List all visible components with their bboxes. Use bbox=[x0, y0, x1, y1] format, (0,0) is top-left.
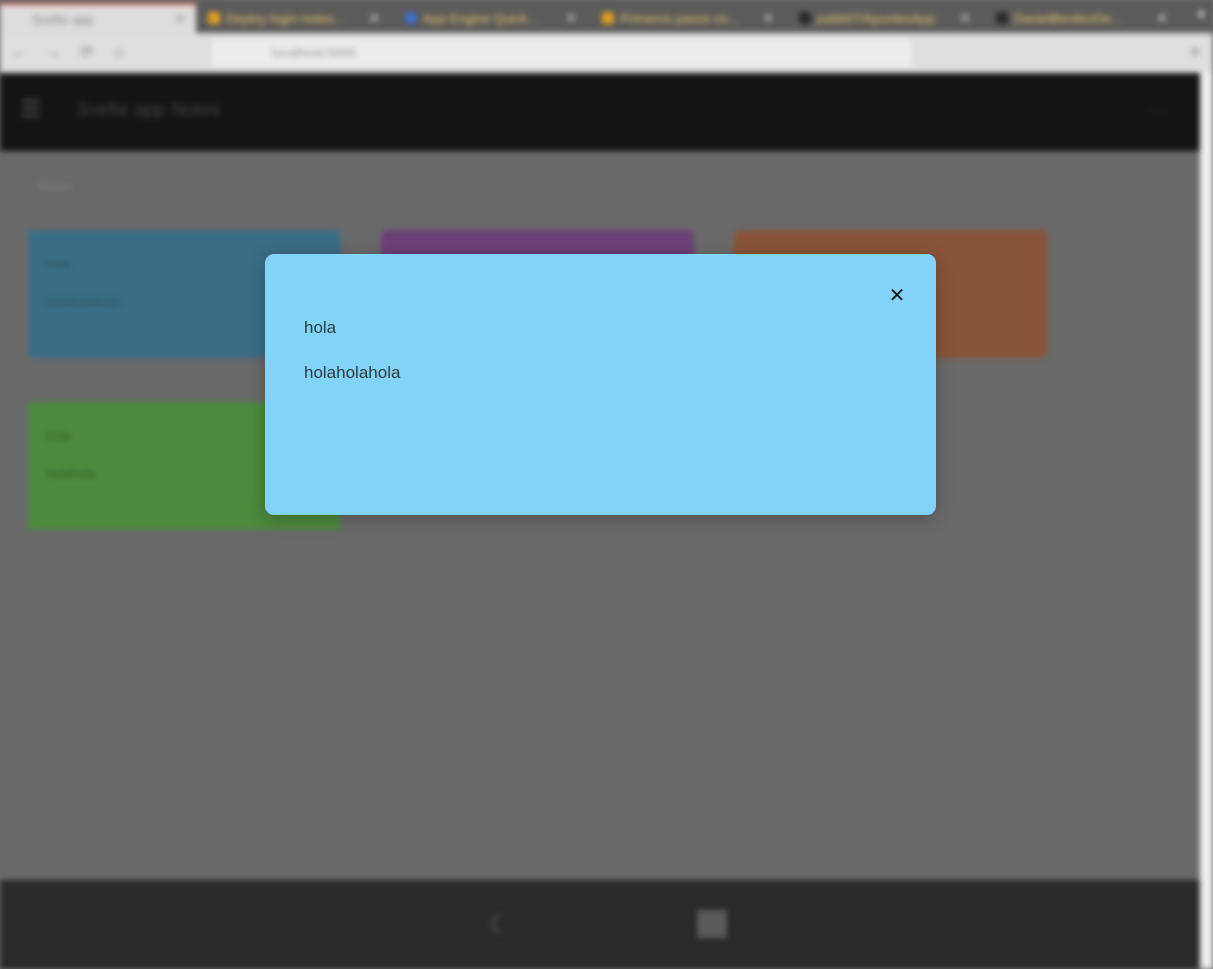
tab-app-engine[interactable]: App Engine Quick... ✕ bbox=[395, 3, 587, 33]
tab-close-icon[interactable]: ✕ bbox=[959, 10, 971, 27]
section-label: Notas bbox=[38, 178, 72, 193]
github-icon bbox=[799, 12, 811, 24]
bottom-bar: ☾ bbox=[0, 880, 1200, 969]
note-body: holaholahola bbox=[46, 294, 120, 309]
app-title: Svelte app Notes bbox=[76, 100, 221, 121]
browser-menu-icon[interactable]: ≡ bbox=[1186, 44, 1204, 62]
google-cloud-icon bbox=[405, 12, 417, 24]
tab-close-icon[interactable]: ✕ bbox=[174, 11, 186, 28]
app-header: ☰ Svelte app Notes ⋯ bbox=[0, 73, 1200, 151]
tab-close-icon[interactable]: ✕ bbox=[565, 10, 577, 27]
forward-icon[interactable]: → bbox=[44, 44, 62, 62]
url-text: localhost:5000 bbox=[272, 45, 356, 60]
tab-label: App Engine Quick... bbox=[423, 10, 538, 26]
folder-icon bbox=[602, 12, 614, 24]
tab-label: Svelte app bbox=[32, 11, 94, 27]
browser-tab-strip: Svelte app ✕ Deploy login notes... ✕ App… bbox=[0, 0, 1213, 33]
modal-note-title: hola bbox=[304, 318, 337, 337]
dark-mode-icon[interactable]: ☾ bbox=[488, 908, 513, 941]
tab-close-icon[interactable]: ✕ bbox=[762, 10, 774, 27]
tab-svelte-app[interactable]: Svelte app ✕ bbox=[0, 3, 196, 33]
tab-label: DanielBenitezDe... bbox=[1014, 10, 1122, 26]
tab-label: Primeros pasos co... bbox=[620, 10, 739, 26]
close-icon[interactable]: ✕ bbox=[884, 282, 910, 308]
back-icon[interactable]: ← bbox=[10, 44, 28, 62]
address-bar[interactable]: localhost:5000 bbox=[212, 39, 912, 67]
menu-icon[interactable]: ☰ bbox=[20, 95, 42, 124]
square-icon[interactable] bbox=[697, 910, 727, 938]
note-body: holahola bbox=[46, 466, 96, 481]
note-title: hola bbox=[46, 428, 71, 443]
tab-daniel-benitez[interactable]: DanielBenitezDe... ✕ bbox=[986, 3, 1178, 33]
reload-icon[interactable]: ⟳ bbox=[78, 44, 96, 62]
scrollbar[interactable] bbox=[1200, 73, 1213, 969]
modal-note-body: holaholahola bbox=[304, 363, 401, 382]
folder-icon bbox=[208, 12, 220, 24]
tab-label: pabb07/ApuntesApp bbox=[817, 10, 935, 26]
home-icon[interactable]: ⌂ bbox=[110, 44, 128, 62]
tab-close-icon[interactable]: ✕ bbox=[368, 10, 380, 27]
tab-label: Deploy login notes... bbox=[226, 10, 344, 26]
tab-apuntes-app[interactable]: pabb07/ApuntesApp ✕ bbox=[789, 3, 981, 33]
note-modal bbox=[265, 254, 936, 515]
browser-toolbar: ← → ⟳ ⌂ localhost:5000 ≡ bbox=[0, 33, 1213, 73]
more-options-icon[interactable]: ⋯ bbox=[1150, 101, 1168, 122]
github-icon bbox=[996, 12, 1008, 24]
new-tab-icon[interactable]: + bbox=[1195, 4, 1207, 27]
tab-deploy-notes[interactable]: Deploy login notes... ✕ bbox=[198, 3, 390, 33]
tab-close-icon[interactable]: ✕ bbox=[1156, 10, 1168, 27]
note-title: hola bbox=[46, 256, 71, 271]
tab-primeros-pasos[interactable]: Primeros pasos co... ✕ bbox=[592, 3, 784, 33]
